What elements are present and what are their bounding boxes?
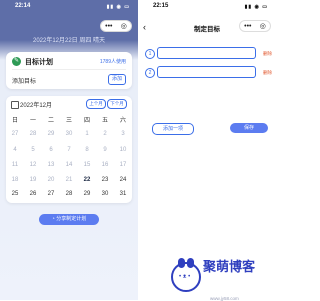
calendar-day[interactable]: 18 — [6, 177, 24, 183]
user-count: 1789人使用 — [99, 59, 126, 65]
status-bar: 22:15 ▮▮ ◉ ▭ — [146, 3, 268, 13]
close-circle-icon[interactable]: ◎ — [121, 22, 127, 30]
calendar-day[interactable]: 5 — [24, 147, 42, 153]
calendar-day[interactable]: 21 — [60, 177, 78, 183]
calendar-day[interactable]: 17 — [114, 162, 132, 168]
weekday-header: 一 — [29, 118, 36, 124]
calendar-day[interactable]: 12 — [24, 162, 42, 168]
calendar-day[interactable]: 31 — [114, 191, 132, 197]
save-button[interactable]: 保存 — [230, 123, 268, 133]
calendar-day-today[interactable]: 22 — [78, 177, 96, 183]
home-screen: 22:14 ▮▮ ◉ ▭ ••• ◎ 2022年12月22日 周四 晴天 ✎ 目… — [0, 0, 138, 300]
goal-card-title: 目标计划 — [25, 59, 53, 66]
calendar-day[interactable]: 28 — [60, 191, 78, 197]
calendar-day[interactable]: 9 — [96, 147, 114, 153]
calendar-day[interactable]: 13 — [42, 162, 60, 168]
weekday-header: 四 — [83, 118, 90, 124]
calendar-day[interactable]: 16 — [96, 162, 114, 168]
status-time: 22:15 — [153, 3, 169, 9]
watermark-url: www.jy58.com — [210, 296, 239, 301]
calendar-day[interactable]: 11 — [6, 162, 24, 168]
status-time: 22:14 — [15, 3, 31, 9]
calendar-day[interactable]: 28 — [24, 131, 42, 137]
calendar-day[interactable]: 30 — [96, 191, 114, 197]
calendar-day[interactable]: 8 — [78, 147, 96, 153]
app-logo-icon: ✎ — [12, 57, 21, 66]
share-label: 分享制定计划 — [56, 216, 87, 222]
watermark-brand: 聚萌博客 — [203, 260, 256, 275]
calendar-day[interactable]: 15 — [78, 162, 96, 168]
calendar-day[interactable]: 3 — [114, 131, 132, 137]
calendar-day[interactable]: 14 — [60, 162, 78, 168]
prev-month-button[interactable]: 上个月 — [86, 99, 106, 109]
calendar-day[interactable]: 24 — [114, 177, 132, 183]
add-item-button[interactable]: 添加一项 — [152, 123, 194, 135]
calendar-day[interactable]: 26 — [24, 191, 42, 197]
calendar-day[interactable]: 25 — [6, 191, 24, 197]
calendar-day[interactable]: 1 — [78, 131, 96, 137]
calendar-day[interactable]: 10 — [114, 147, 132, 153]
row-number: 2 — [145, 68, 155, 78]
mini-program-capsule[interactable]: ••• ◎ — [239, 20, 271, 32]
goal-plan-card: ✎ 目标计划 1789人使用 添加目标 添加 — [6, 52, 132, 89]
delete-row-button[interactable]: 删除 — [263, 51, 272, 57]
close-circle-icon[interactable]: ◎ — [260, 22, 266, 30]
calendar-day[interactable]: 29 — [42, 131, 60, 137]
signal-icons: ▮▮ ◉ ▭ — [106, 4, 130, 10]
calendar-icon — [11, 101, 19, 109]
calendar-day[interactable]: 19 — [24, 177, 42, 183]
calendar-day[interactable]: 2 — [96, 131, 114, 137]
more-icon[interactable]: ••• — [244, 23, 251, 30]
add-goal-label: 添加目标 — [12, 79, 37, 85]
more-icon[interactable]: ••• — [105, 23, 112, 30]
status-bar: 22:14 ▮▮ ◉ ▭ — [8, 3, 130, 13]
weekday-header: 二 — [47, 118, 54, 124]
weekday-header: 六 — [119, 118, 126, 124]
calendar-day[interactable]: 27 — [42, 191, 60, 197]
calendar-day[interactable]: 30 — [60, 131, 78, 137]
set-goal-screen: 22:15 ▮▮ ◉ ▭ ‹ 制定目标 ••• ◎ 1 删除 2 删除 添加一项… — [138, 0, 276, 300]
calendar-day[interactable]: 7 — [60, 147, 78, 153]
calendar-day[interactable]: 29 — [78, 191, 96, 197]
calendar-month: 2022年12月 — [20, 103, 53, 109]
row-number: 1 — [145, 49, 155, 59]
date-weather-line: 2022年12月22日 周四 晴天 — [32, 38, 106, 44]
weekday-header: 日 — [11, 118, 18, 124]
goal-input[interactable] — [157, 47, 256, 59]
delete-row-button[interactable]: 删除 — [263, 70, 272, 76]
calendar-day[interactable]: 6 — [42, 147, 60, 153]
divider — [12, 69, 126, 70]
calendar-day[interactable]: 27 — [6, 131, 24, 137]
mascot-logo-icon: • ᴥ • — [171, 258, 201, 292]
calendar-card: 2022年12月 上个月 下个月 日 一 二 三 四 五 六 27 28 29 … — [6, 96, 132, 203]
add-goal-button[interactable]: 添加 — [108, 74, 126, 85]
calendar-day[interactable]: 23 — [96, 177, 114, 183]
weekday-header: 五 — [101, 118, 108, 124]
next-month-button[interactable]: 下个月 — [107, 99, 127, 109]
calendar-day[interactable]: 20 — [42, 177, 60, 183]
signal-icons: ▮▮ ◉ ▭ — [244, 4, 268, 10]
calendar-day[interactable]: 4 — [6, 147, 24, 153]
goal-input[interactable] — [157, 66, 256, 78]
share-plan-button[interactable]: ◔ 分享制定计划 — [39, 214, 99, 225]
mini-program-capsule[interactable]: ••• ◎ — [100, 20, 132, 32]
weekday-header: 三 — [65, 118, 72, 124]
